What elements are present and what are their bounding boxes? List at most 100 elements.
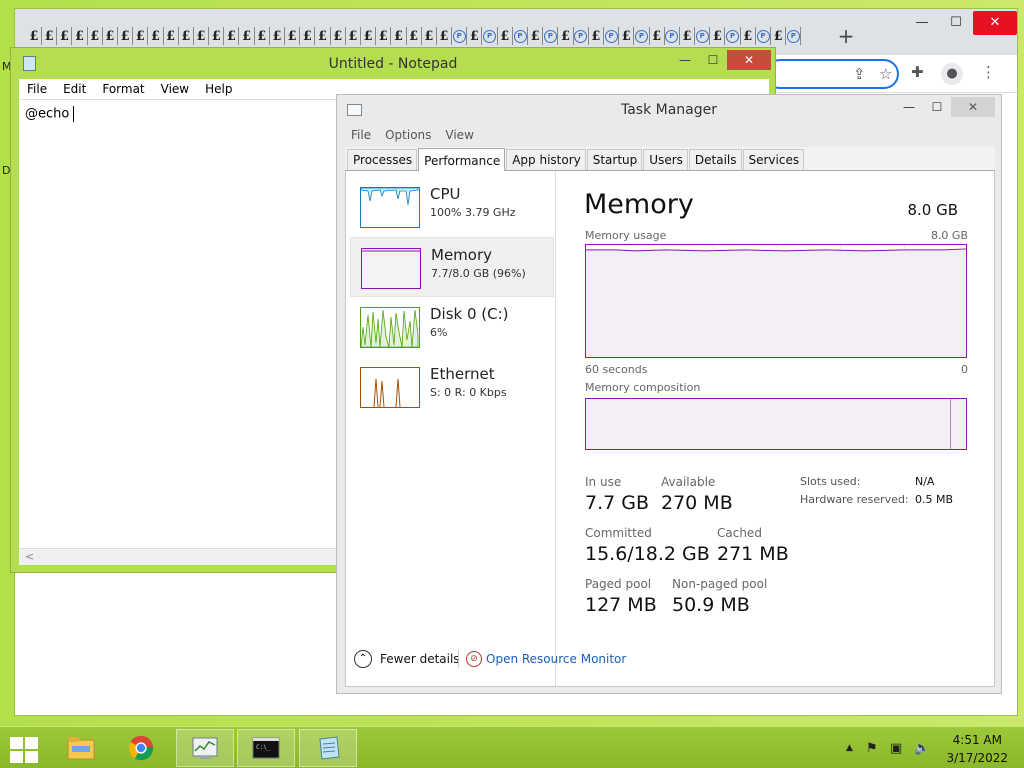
sidebar-item-disk[interactable]: Disk 0 (C:) 6% <box>350 297 554 357</box>
notepad-maximize-button[interactable]: ☐ <box>699 50 727 70</box>
taskbar-task-manager[interactable] <box>176 729 234 767</box>
browser-tab[interactable]: £ <box>179 27 194 45</box>
browser-tab[interactable]: £ <box>376 27 392 45</box>
menu-view[interactable]: View <box>161 82 189 96</box>
network-icon[interactable]: ▣ <box>890 741 902 756</box>
tab-users[interactable]: Users <box>643 149 688 170</box>
browser-tab[interactable]: £ <box>741 27 756 45</box>
share-icon[interactable]: ⇪ <box>853 65 866 83</box>
notepad-minimize-button[interactable]: — <box>671 50 699 70</box>
fewer-details-button[interactable]: Fewer details <box>380 652 460 666</box>
browser-tab[interactable]: £ <box>42 27 58 45</box>
browser-tab[interactable]: P <box>786 27 802 45</box>
profile-avatar-icon[interactable]: ● <box>941 63 963 85</box>
browser-tab[interactable]: £ <box>589 27 604 45</box>
tm-close-button[interactable]: ✕ <box>951 97 995 117</box>
browser-tab[interactable]: £ <box>209 27 225 45</box>
tm-menu-options[interactable]: Options <box>385 128 431 142</box>
tm-menu-file[interactable]: File <box>351 128 371 142</box>
tab-performance[interactable]: Performance <box>418 148 506 171</box>
browser-tab[interactable]: £ <box>27 27 42 45</box>
chrome-close-button[interactable]: ✕ <box>973 11 1017 35</box>
tab-details[interactable]: Details <box>688 149 742 170</box>
browser-tab[interactable]: £ <box>88 27 103 45</box>
start-windows-icon[interactable] <box>8 735 38 763</box>
address-bar[interactable]: ⇪ ☆ <box>765 59 899 89</box>
browser-tab[interactable]: £ <box>392 27 407 45</box>
browser-tab[interactable]: P <box>452 27 468 45</box>
browser-tab[interactable]: £ <box>316 27 331 45</box>
sidebar-item-memory[interactable]: Memory 7.7/8.0 GB (96%) <box>350 237 554 297</box>
browser-tab[interactable]: £ <box>650 27 665 45</box>
new-tab-button[interactable]: + <box>835 25 857 47</box>
menu-file[interactable]: File <box>27 82 47 96</box>
browser-tab[interactable]: £ <box>407 27 422 45</box>
browser-tab[interactable]: £ <box>528 27 544 45</box>
browser-tab[interactable]: P <box>574 27 589 45</box>
browser-tab[interactable]: £ <box>255 27 270 45</box>
clock-date[interactable]: 3/17/2022 <box>946 751 1008 765</box>
browser-tab[interactable]: P <box>543 27 559 45</box>
browser-tab[interactable]: £ <box>270 27 285 45</box>
scroll-left-arrow-icon[interactable]: < <box>25 550 34 563</box>
browser-tab[interactable]: £ <box>300 27 316 45</box>
volume-muted-icon[interactable]: 🔈 <box>914 741 930 756</box>
tm-maximize-button[interactable]: ☐ <box>923 97 951 117</box>
browser-tab[interactable]: £ <box>103 27 118 45</box>
browser-tab[interactable]: £ <box>680 27 696 45</box>
browser-tab[interactable]: P <box>665 27 680 45</box>
browser-tab[interactable]: £ <box>498 27 513 45</box>
browser-tab[interactable]: P <box>604 27 620 45</box>
taskbar-notepad[interactable] <box>299 729 357 767</box>
tm-menu-view[interactable]: View <box>445 128 473 142</box>
chrome-maximize-button[interactable]: ☐ <box>939 11 973 35</box>
browser-tab[interactable]: P <box>483 27 498 45</box>
browser-tab[interactable]: P <box>513 27 528 45</box>
browser-tab[interactable]: £ <box>73 27 88 45</box>
sidebar-item-ethernet[interactable]: Ethernet S: 0 R: 0 Kbps <box>350 357 554 417</box>
browser-tab[interactable]: £ <box>467 27 483 45</box>
browser-tab[interactable]: £ <box>437 27 453 45</box>
taskbar-chrome[interactable] <box>112 729 170 767</box>
browser-tab[interactable]: £ <box>149 27 164 45</box>
tab-services[interactable]: Services <box>742 149 805 170</box>
browser-tab[interactable]: £ <box>422 27 437 45</box>
browser-tab[interactable]: £ <box>346 27 361 45</box>
taskbar-file-explorer[interactable] <box>52 729 110 767</box>
browser-tab[interactable]: £ <box>331 27 346 45</box>
browser-tab[interactable]: £ <box>559 27 574 45</box>
tab-processes[interactable]: Processes <box>347 149 418 170</box>
browser-tab[interactable]: £ <box>771 27 787 45</box>
browser-tab[interactable]: £ <box>194 27 210 45</box>
chrome-menu-icon[interactable]: ⋮ <box>981 63 996 81</box>
browser-tab[interactable]: P <box>695 27 711 45</box>
bookmark-star-icon[interactable]: ☆ <box>879 65 892 83</box>
browser-tab[interactable]: £ <box>710 27 726 45</box>
browser-tab[interactable]: P <box>756 27 771 45</box>
browser-tab[interactable]: £ <box>619 27 635 45</box>
menu-help[interactable]: Help <box>205 82 232 96</box>
browser-tab[interactable]: £ <box>118 27 134 45</box>
browser-tab[interactable]: £ <box>164 27 179 45</box>
tab-startup[interactable]: Startup <box>586 149 643 170</box>
menu-format[interactable]: Format <box>102 82 144 96</box>
browser-tab[interactable]: £ <box>224 27 240 45</box>
taskbar-command-prompt[interactable]: C:\_ <box>237 729 295 767</box>
browser-tab[interactable]: £ <box>57 27 73 45</box>
browser-tab[interactable]: P <box>726 27 741 45</box>
browser-tab[interactable]: £ <box>240 27 255 45</box>
chevron-up-icon[interactable]: ⌃ <box>354 650 372 668</box>
tm-minimize-button[interactable]: — <box>895 97 923 117</box>
browser-tab[interactable]: £ <box>133 27 149 45</box>
tab-app-history[interactable]: App history <box>506 149 586 170</box>
menu-edit[interactable]: Edit <box>63 82 86 96</box>
sidebar-item-cpu[interactable]: CPU 100% 3.79 GHz <box>350 177 554 237</box>
browser-tab[interactable]: £ <box>285 27 301 45</box>
show-hidden-icons-chevron-icon[interactable]: ▲ <box>846 743 853 753</box>
open-resource-monitor-link[interactable]: Open Resource Monitor <box>486 652 626 666</box>
browser-tab[interactable]: £ <box>361 27 377 45</box>
extensions-icon[interactable]: ✚ <box>911 63 924 81</box>
notepad-close-button[interactable]: ✕ <box>727 50 771 70</box>
chrome-minimize-button[interactable]: — <box>905 11 939 35</box>
browser-tab[interactable]: P <box>635 27 650 45</box>
